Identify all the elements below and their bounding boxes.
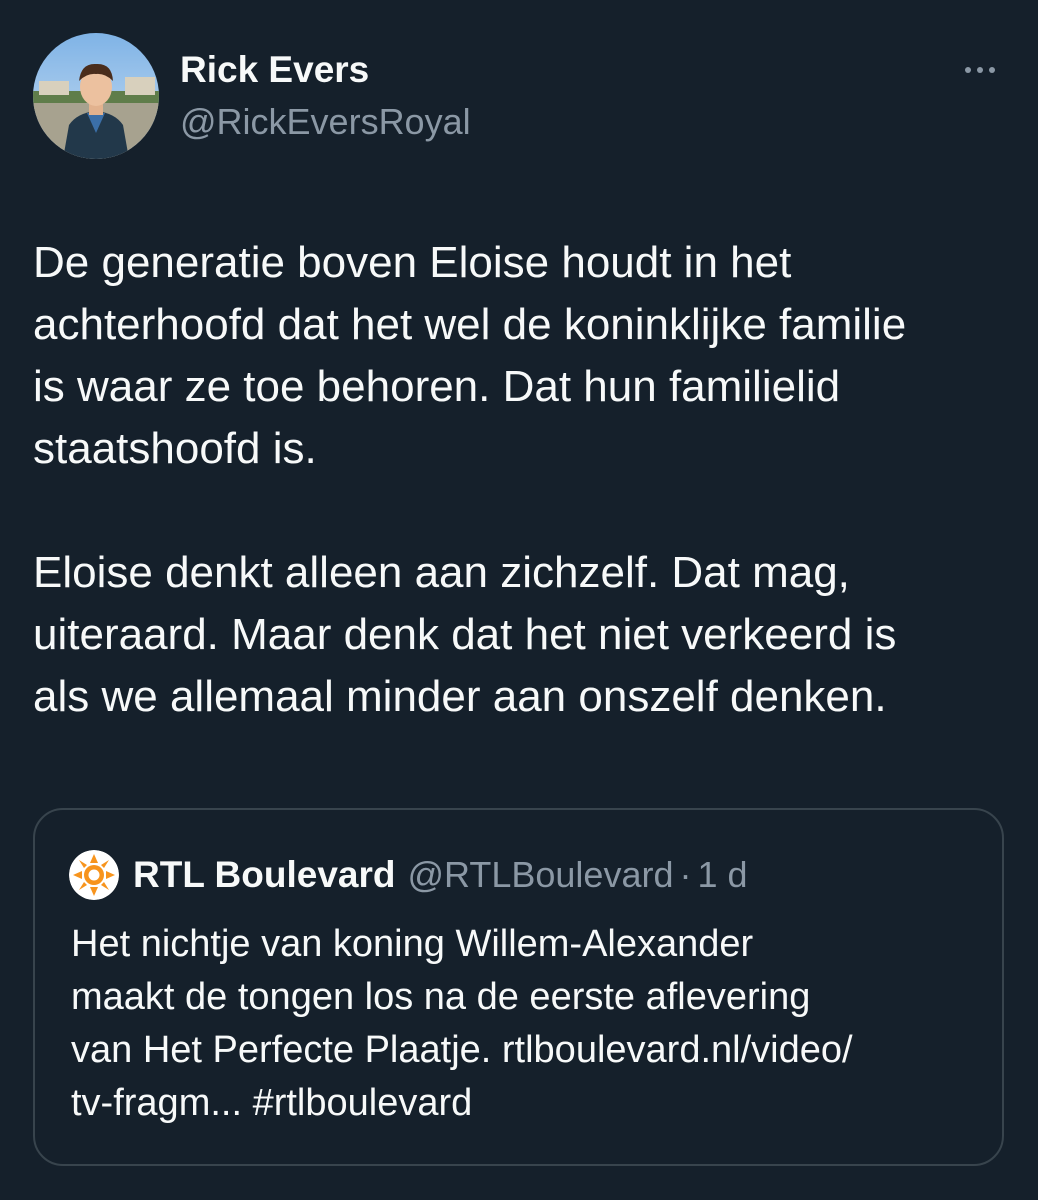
author-name[interactable]: Rick Evers [180, 48, 369, 92]
more-horizontal-icon [989, 67, 995, 73]
more-horizontal-icon [977, 67, 983, 73]
quoted-tweet[interactable]: RTL Boulevard @RTLBoulevard · 1 d Het ni… [33, 808, 1004, 1166]
quoted-author-handle: @RTLBoulevard [407, 854, 674, 895]
more-options-button[interactable] [950, 50, 1010, 90]
tweet-paragraph: De generatie boven Eloise houdt in het a… [33, 238, 907, 473]
tweet-text: De generatie boven Eloise houdt in het a… [33, 232, 1013, 728]
quoted-tweet-text: Het nichtje van koning Willem-Alexander … [71, 923, 853, 1124]
tweet: Rick Evers @RickEversRoyal De generatie … [0, 0, 1038, 1200]
author-avatar[interactable] [33, 33, 159, 159]
quoted-tweet-header: RTL Boulevard @RTLBoulevard · 1 d [69, 850, 748, 900]
separator-dot: · [679, 854, 692, 895]
quoted-author-name: RTL Boulevard [133, 854, 396, 895]
avatar-image [33, 33, 159, 159]
more-horizontal-icon [965, 67, 971, 73]
rtl-boulevard-logo-icon [69, 850, 119, 900]
author-handle[interactable]: @RickEversRoyal [180, 100, 471, 144]
tweet-paragraph: Eloise denkt alleen aan zichzelf. Dat ma… [33, 548, 897, 721]
quoted-timestamp: 1 d [697, 854, 748, 895]
